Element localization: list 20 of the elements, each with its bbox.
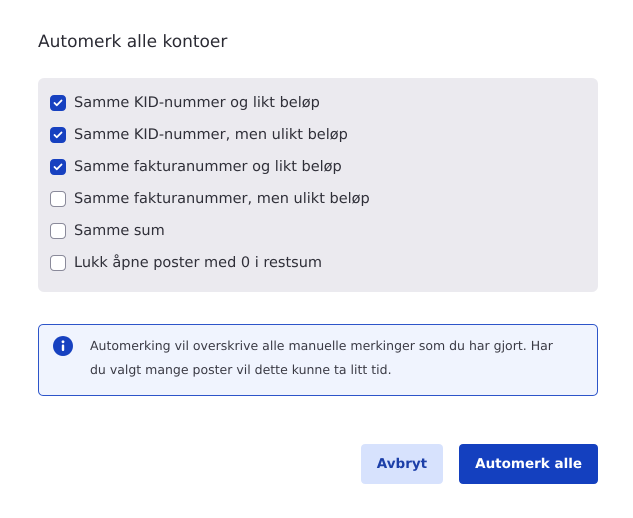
checkbox-label: Samme sum xyxy=(74,223,165,239)
confirm-button[interactable]: Automerk alle xyxy=(459,444,598,484)
checkbox[interactable] xyxy=(50,223,66,239)
checkbox[interactable] xyxy=(50,191,66,207)
checkbox[interactable] xyxy=(50,255,66,271)
check-icon xyxy=(53,163,63,171)
cancel-button[interactable]: Avbryt xyxy=(360,444,444,484)
checkbox-label: Samme fakturanummer og likt beløp xyxy=(74,159,342,175)
checkbox-label: Samme KID-nummer og likt beløp xyxy=(74,95,320,111)
dialog-title: Automerk alle kontoer xyxy=(38,31,228,54)
checkbox-label: Samme KID-nummer, men ulikt beløp xyxy=(74,127,348,143)
checkbox[interactable] xyxy=(50,127,66,143)
info-icon xyxy=(53,336,73,356)
checkbox[interactable] xyxy=(50,95,66,111)
info-text: Automerking vil overskrive alle manuelle merkinger som du har gjort. Har du valgt mange poster vil dette kunne ta litt tid. xyxy=(90,337,554,379)
checkbox-label: Samme fakturanummer, men ulikt beløp xyxy=(74,191,370,207)
checkbox[interactable] xyxy=(50,159,66,175)
check-icon xyxy=(53,131,63,139)
check-icon xyxy=(53,99,63,107)
checkbox-label: Lukk åpne poster med 0 i restsum xyxy=(74,255,322,271)
